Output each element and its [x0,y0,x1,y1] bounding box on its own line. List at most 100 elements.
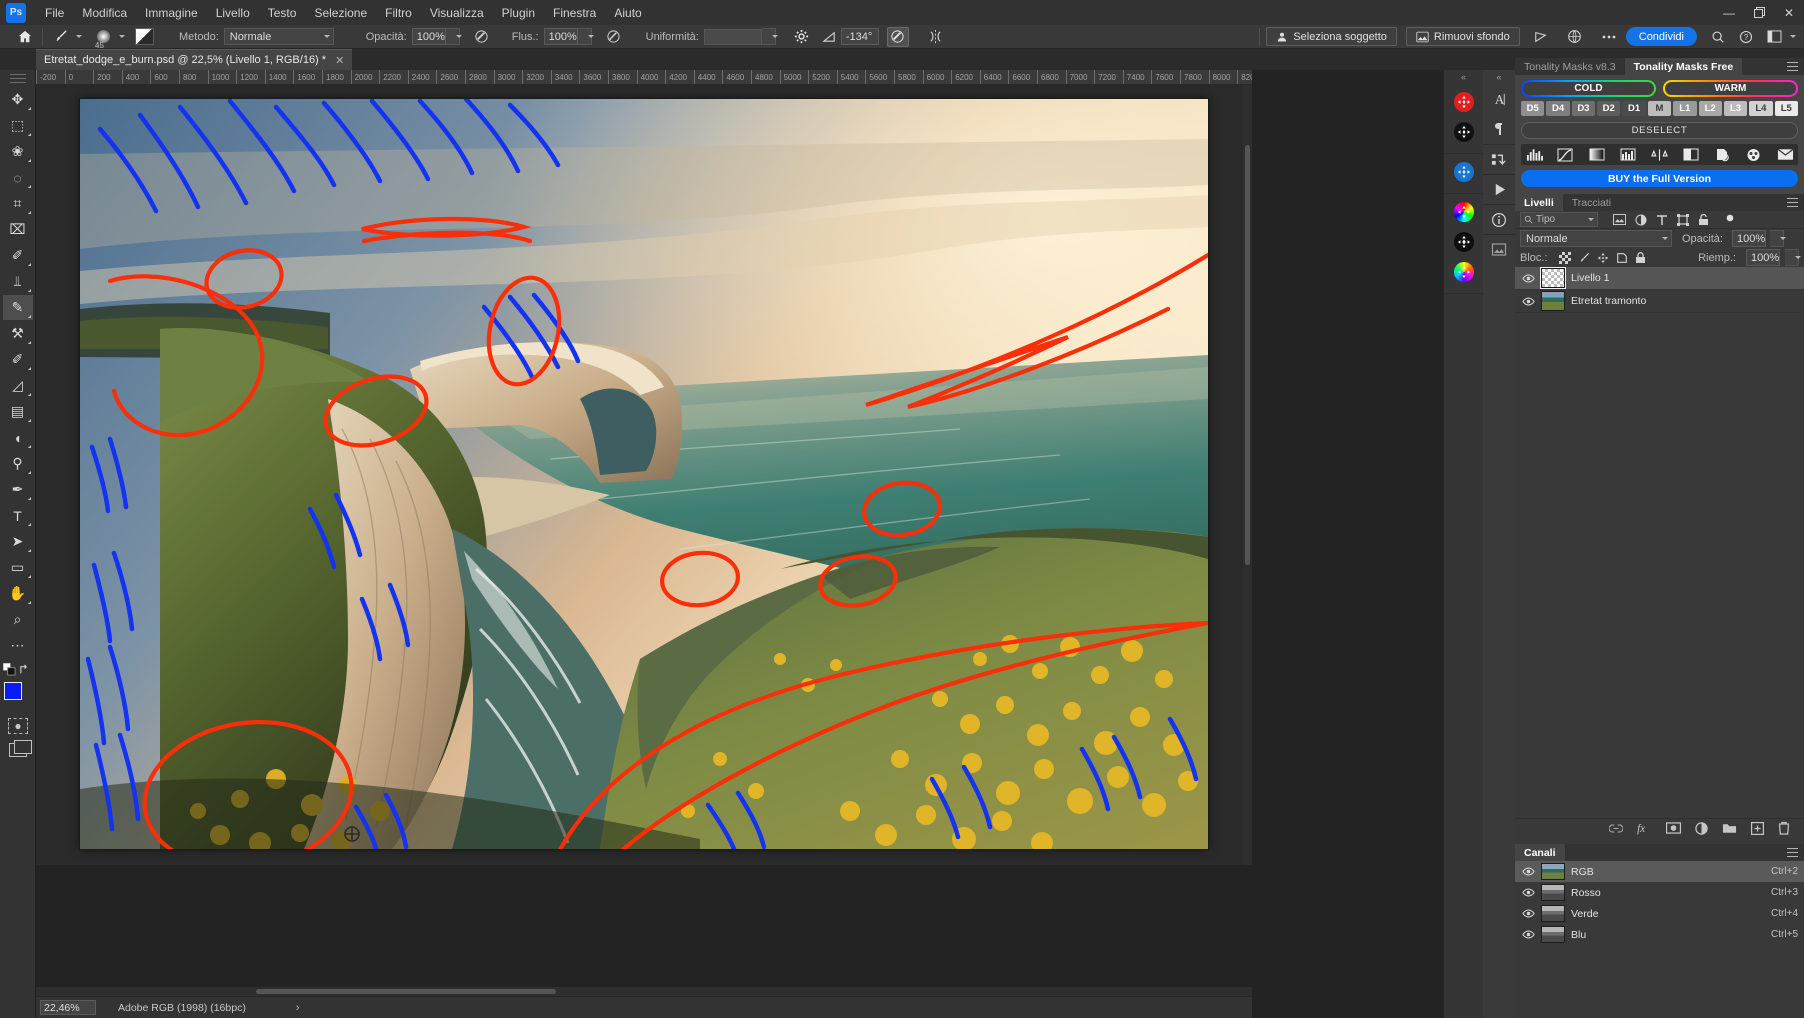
tab-tracciati[interactable]: Tracciati [1563,194,1620,211]
move-tool[interactable]: ✥ [3,87,33,112]
pressure-opacity-icon[interactable] [471,27,493,47]
layer-fill-input[interactable]: 100% [1746,249,1780,266]
opacity-stepper[interactable] [445,28,462,45]
scroll-thumb[interactable] [256,989,556,994]
tonality-level-d1[interactable]: D1 [1622,101,1646,116]
spot-healing-brush-tool[interactable]: ⫫ [3,269,33,294]
edit-toolbar-button[interactable]: ⋯ [3,633,33,658]
tonality-level-l3[interactable]: L3 [1723,101,1748,116]
link-layers-icon[interactable] [1608,823,1624,837]
layer-row[interactable]: Livello 1 [1515,267,1804,290]
close-button[interactable]: ✕ [1774,0,1804,25]
crop-tool[interactable]: ⌗ [3,191,33,216]
rainbow-move-icon[interactable] [1444,257,1484,287]
shape-filter-icon[interactable] [1673,212,1692,228]
recolor-icon[interactable] [1713,147,1731,162]
toolbar-grip[interactable] [9,74,26,83]
tonality-level-l2[interactable]: L2 [1698,101,1722,116]
red-move-icon[interactable] [1444,87,1484,117]
cold-button[interactable]: COLD [1521,80,1656,97]
layer-style-icon[interactable]: fx [1637,822,1652,838]
flow-stepper[interactable] [577,28,594,45]
tab-livelli[interactable]: Livelli [1515,194,1563,211]
deselect-button[interactable]: DESELECT [1521,122,1798,139]
pressure-size-icon[interactable] [886,26,909,47]
dodge-tool[interactable]: ⚲ [3,451,33,476]
eraser-tool[interactable]: ◿ [3,373,33,398]
select-subject-button[interactable]: Seleziona soggetto [1266,27,1397,46]
dock-collapse-outer[interactable]: « [1444,70,1483,84]
black-white-move-icon[interactable] [1444,227,1484,257]
help-icon[interactable]: ? [1735,27,1757,47]
tab-tonality-masks-v83[interactable]: Tonality Masks v8.3 [1515,58,1625,75]
opacity-input[interactable]: 100% [411,28,446,45]
tonality-level-l5[interactable]: L5 [1774,101,1798,116]
luminosity-icon[interactable] [1619,147,1637,162]
zoom-level-input[interactable]: 22,46% [40,1000,96,1015]
channel-visibility-icon[interactable] [1521,930,1535,939]
play-panel-icon[interactable] [1483,174,1515,204]
menu-item-immagine[interactable]: Immagine [136,2,207,24]
tonality-level-d2[interactable]: D2 [1597,101,1621,116]
gradient-map-icon[interactable] [1588,147,1606,162]
split-tone-icon[interactable] [1682,147,1700,162]
layer-opacity-input[interactable]: 100% [1731,230,1766,247]
path-selection-tool[interactable]: ➤ [3,529,33,554]
maximize-button[interactable] [1744,0,1774,25]
method-select[interactable]: Normale [223,28,334,45]
info-panel-icon[interactable] [1483,204,1515,234]
tonality-level-d4[interactable]: D4 [1546,101,1570,116]
tonality-level-d3[interactable]: D3 [1571,101,1596,116]
layer-mask-icon[interactable] [1665,822,1682,837]
smoothing-input[interactable] [703,28,762,45]
lock-position-icon[interactable] [1596,251,1610,265]
brush-preset-caret-icon[interactable] [119,35,125,38]
gradient-tool[interactable]: ▤ [3,399,33,424]
channel-row[interactable]: Verde Ctrl+4 [1515,903,1804,924]
home-icon[interactable] [14,27,36,47]
brush-tool[interactable]: ✎ [2,295,33,320]
foreground-color-swatch[interactable] [3,682,22,700]
remove-background-button[interactable]: Rimuovi sfondo [1405,27,1520,46]
canvas-vertical-scrollbar[interactable] [1243,85,1252,865]
new-group-icon[interactable] [1722,822,1737,837]
color-wheel-icon[interactable] [1444,197,1484,227]
history-brush-tool[interactable]: ✐ [3,347,33,372]
filter-toggle-icon[interactable] [1720,212,1739,228]
default-colors-icon[interactable] [2,662,16,679]
menu-item-livello[interactable]: Livello [207,2,259,24]
horizontal-ruler[interactable]: -200 0 200 400 600 800 1000 1200 1400 1600 1800 200… [36,70,1252,85]
channel-row[interactable]: Blu Ctrl+5 [1515,924,1804,945]
adjustment-filter-icon[interactable] [1631,212,1650,228]
paragraph-panel-icon[interactable] [1483,114,1515,144]
channels-panel-menu-icon[interactable] [1787,848,1798,857]
histogram-icon[interactable] [1525,147,1543,162]
curves-icon[interactable] [1556,147,1574,162]
channel-visibility-icon[interactable] [1521,909,1535,918]
tab-canali[interactable]: Canali [1515,844,1565,861]
document-tab[interactable]: Etretat_dodge_e_burn.psd @ 22,5% (Livell… [36,49,353,70]
zoom-tool[interactable]: ⌕ [3,607,33,632]
angle-input[interactable]: -134° [840,28,879,45]
channel-visibility-icon[interactable] [1521,867,1535,876]
channel-row[interactable]: RGB Ctrl+2 [1515,861,1804,882]
warm-button[interactable]: WARM [1663,80,1798,97]
menu-item-plugin[interactable]: Plugin [493,2,544,24]
layer-visibility-icon[interactable] [1521,273,1535,283]
adjustment-layer-icon[interactable] [1695,821,1708,838]
screen-mode-icon[interactable] [8,740,32,757]
tab-tonality-masks-free[interactable]: Tonality Masks Free [1624,58,1743,75]
close-icon[interactable]: ✕ [335,54,344,67]
canvas-area[interactable] [36,85,1252,865]
menu-item-selezione[interactable]: Selezione [305,2,376,24]
document-canvas[interactable] [80,99,1208,849]
rectangular-marquee-tool[interactable]: ⬚ [3,113,33,138]
type-tool[interactable]: T [3,503,33,528]
menu-item-aiuto[interactable]: Aiuto [605,2,650,24]
layers-panel-menu-icon[interactable] [1787,198,1798,207]
mask-envelope-icon[interactable] [1776,147,1794,162]
character-panel-icon[interactable]: A [1483,84,1515,114]
menu-item-filtro[interactable]: Filtro [376,2,421,24]
eyedropper-tool[interactable]: ✐ [3,243,33,268]
channel-row[interactable]: Rosso Ctrl+3 [1515,882,1804,903]
